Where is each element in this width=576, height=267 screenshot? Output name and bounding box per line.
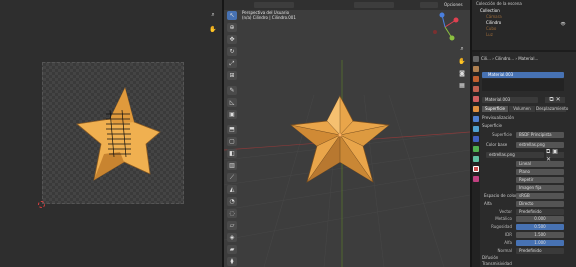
data-tab-icon[interactable] xyxy=(473,156,479,162)
grid-icon[interactable]: ▦ xyxy=(458,81,466,89)
material-slot-list[interactable] xyxy=(482,79,564,91)
breadcrumb-item[interactable]: Material... xyxy=(518,56,538,61)
knife-tool-icon[interactable]: ⟋ xyxy=(227,173,237,182)
alpha-label: Alfa xyxy=(504,240,512,245)
shear-tool-icon[interactable]: ▰ xyxy=(227,245,237,254)
scale-tool-icon[interactable]: ⤢ xyxy=(227,59,237,68)
spin-tool-icon[interactable]: ◔ xyxy=(227,197,237,206)
camera-icon[interactable]: ◙ xyxy=(458,69,466,77)
material-name-field[interactable]: Material.003 xyxy=(482,97,538,103)
measure-tool-icon[interactable]: ◺ xyxy=(227,98,237,107)
alpha-field[interactable]: 1.000 xyxy=(516,240,564,246)
constraints-tab-icon[interactable] xyxy=(473,146,479,152)
surface-label: Superficie xyxy=(491,132,512,137)
extension-dropdown[interactable]: Repetir xyxy=(516,177,564,183)
transmission-panel-header[interactable]: Transmisividad xyxy=(482,261,512,267)
overlay-toggles[interactable] xyxy=(420,2,438,8)
metallic-field[interactable]: 0.000 xyxy=(516,216,564,222)
edge-slide-tool-icon[interactable]: ▱ xyxy=(227,221,237,230)
ior-field[interactable]: 1.500 xyxy=(516,232,564,238)
vector-field[interactable]: Predefinido xyxy=(516,209,564,215)
star-mesh[interactable] xyxy=(280,90,400,190)
texture-tab-icon[interactable] xyxy=(473,176,479,182)
select-tool-icon[interactable]: ↖ xyxy=(227,11,237,20)
zoom-icon[interactable]: ⌕ xyxy=(458,45,466,53)
bevel-tool-icon[interactable]: ◧ xyxy=(227,149,237,158)
alpha-mode-dropdown[interactable]: Directo xyxy=(516,201,564,207)
cursor-tool-icon[interactable]: ⊕ xyxy=(227,23,237,32)
hand-icon[interactable]: ✋ xyxy=(458,57,466,65)
roughness-label: Rugosidad xyxy=(491,224,512,229)
shrink-tool-icon[interactable]: ◈ xyxy=(227,233,237,242)
roughness-field[interactable]: 0.500 xyxy=(516,224,564,230)
blender-window: ⌕ ✋ Opciones Perspectiva del Usuario (n/… xyxy=(0,0,576,267)
normal-label: Normal xyxy=(497,248,512,253)
inset-tool-icon[interactable]: ▢ xyxy=(227,137,237,146)
image-name-field[interactable]: estrellas.png xyxy=(486,152,544,158)
ior-label: IDR xyxy=(504,232,512,237)
base-color-label: Color base xyxy=(486,142,508,147)
normal-field[interactable]: Predefinido xyxy=(516,248,564,254)
metallic-label: Metálico xyxy=(495,216,512,221)
zoom-icon[interactable]: ⌕ xyxy=(209,11,217,19)
preview-panel-header[interactable]: Previsualización xyxy=(482,115,514,121)
breadcrumb-item[interactable]: Cilindro... xyxy=(495,56,514,61)
object-tab-icon[interactable] xyxy=(473,106,479,112)
outliner-row[interactable]: Cilindro xyxy=(476,20,501,25)
transform-selector[interactable] xyxy=(354,2,394,8)
particles-tab-icon[interactable] xyxy=(473,126,479,132)
interpolation-dropdown[interactable]: Lineal xyxy=(516,161,564,167)
render-tab-icon[interactable] xyxy=(473,66,479,72)
move-tool-icon[interactable]: ✥ xyxy=(227,35,237,44)
color-space-label: Espacio de color xyxy=(484,193,517,198)
surface-panel-header[interactable]: Superficie xyxy=(482,123,502,129)
outliner-row[interactable]: Cámara xyxy=(476,14,502,19)
tool-tab-icon[interactable] xyxy=(473,56,479,62)
annotate-tool-icon[interactable]: ✎ xyxy=(227,86,237,95)
rip-tool-icon[interactable]: ⧫ xyxy=(227,257,237,266)
scene-tab-icon[interactable] xyxy=(473,86,479,92)
outliner-row[interactable]: Luz xyxy=(476,32,493,37)
surface-shader-field[interactable]: BSDF Principista xyxy=(516,132,564,138)
outliner-row[interactable]: Cubo xyxy=(476,26,496,31)
breadcrumb-item[interactable]: Cili... xyxy=(481,56,491,61)
material-actions[interactable]: ⧉ ✕ xyxy=(545,96,565,103)
material-slot-item[interactable]: Material.003 xyxy=(482,72,564,78)
transform-tool-icon[interactable]: ⊞ xyxy=(227,71,237,80)
visibility-icon[interactable]: 👁 xyxy=(560,8,566,38)
2d-cursor-icon[interactable] xyxy=(38,201,45,208)
options-menu[interactable]: Opciones xyxy=(444,2,463,7)
uv-editor[interactable]: ⌕ ✋ xyxy=(0,0,222,267)
extrude-tool-icon[interactable]: ⬒ xyxy=(227,125,237,134)
output-tab-icon[interactable] xyxy=(473,76,479,82)
source-dropdown[interactable]: Imagen fija xyxy=(516,185,564,191)
hand-icon[interactable]: ✋ xyxy=(209,25,217,33)
tab-displacement[interactable]: Desplazamiento xyxy=(536,106,568,112)
viewport-header xyxy=(224,0,470,10)
material-tab-icon[interactable] xyxy=(473,166,479,172)
breadcrumb: Cili... › Cilindro... › Material... xyxy=(481,56,539,61)
tab-surface[interactable]: Superficie xyxy=(482,106,508,112)
projection-dropdown[interactable]: Plano xyxy=(516,169,564,175)
physics-tab-icon[interactable] xyxy=(473,136,479,142)
world-tab-icon[interactable] xyxy=(473,96,479,102)
image-actions[interactable]: ⧉ ▣ ✕ xyxy=(546,148,564,163)
vector-label: Vector xyxy=(499,209,512,214)
add-cube-tool-icon[interactable]: ▣ xyxy=(227,110,237,119)
outliner-row[interactable]: Collection xyxy=(476,8,500,13)
smooth-tool-icon[interactable]: ◌ xyxy=(227,209,237,218)
tab-volume[interactable]: Volumen xyxy=(509,106,535,112)
rotate-tool-icon[interactable]: ↻ xyxy=(227,47,237,56)
uv-star-image xyxy=(76,86,161,181)
mode-selector[interactable] xyxy=(254,2,294,8)
color-space-dropdown[interactable]: sRGB xyxy=(516,193,564,199)
object-name: (n/a) Cilindro | Cilindro.001 xyxy=(242,15,296,20)
viewport-info: Perspectiva del Usuario (n/a) Cilindro |… xyxy=(242,10,296,20)
modifier-tab-icon[interactable] xyxy=(473,116,479,122)
alpha-mode-label: Alfa xyxy=(484,201,492,206)
poly-build-tool-icon[interactable]: ◭ xyxy=(227,185,237,194)
outliner-title: Colección de la escena xyxy=(476,1,522,6)
navigation-gizmo-icon[interactable] xyxy=(430,12,460,42)
loop-cut-tool-icon[interactable]: ▥ xyxy=(227,161,237,170)
